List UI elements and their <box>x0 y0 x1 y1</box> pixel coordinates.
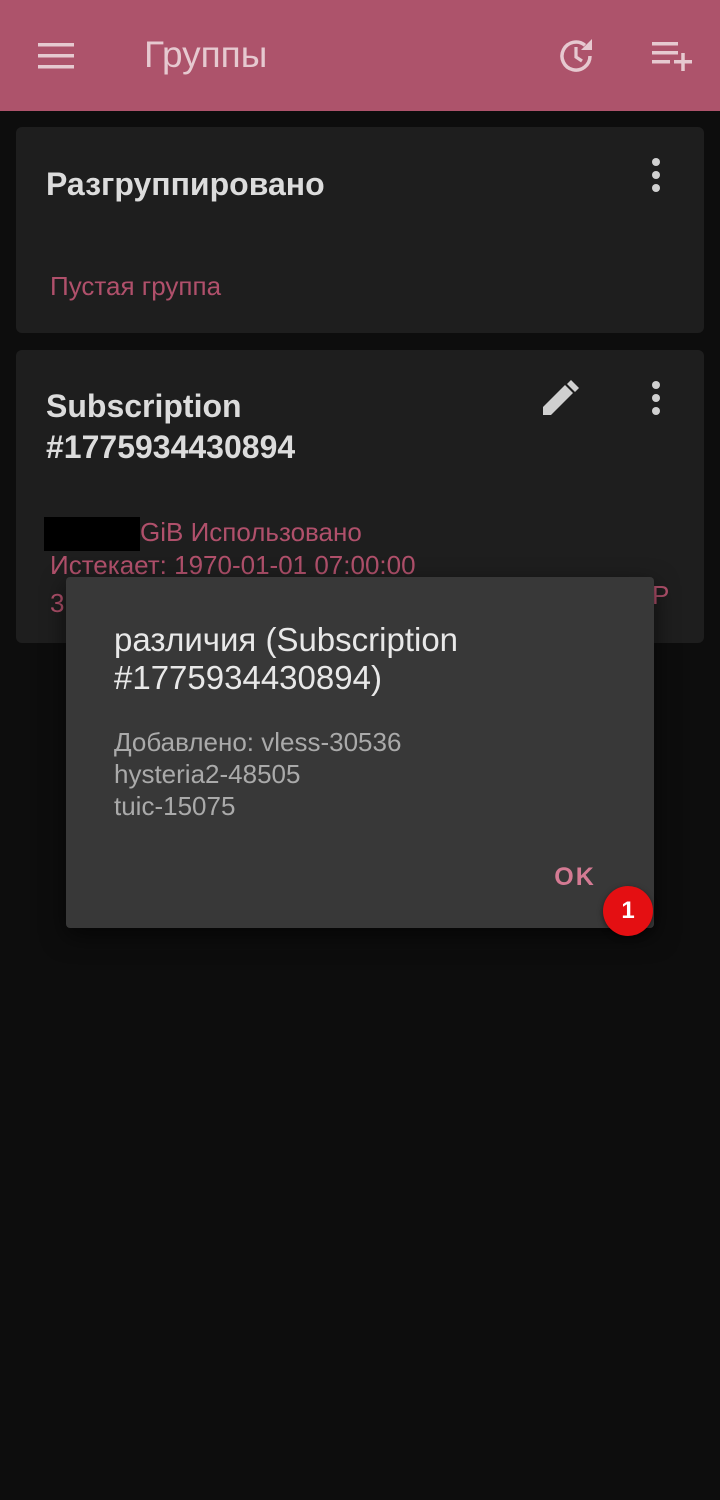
ok-button[interactable]: OK <box>540 857 610 897</box>
more-vert-icon <box>652 158 660 192</box>
step-badge: 1 <box>603 886 653 936</box>
more-vert-icon <box>652 381 660 415</box>
update-button[interactable] <box>546 26 606 86</box>
redacted-block <box>44 517 140 552</box>
diff-dialog: различия (Subscription #1775934430894) Д… <box>66 577 654 928</box>
partial-line-right: Р <box>652 580 670 610</box>
group-name: Разгруппировано <box>46 166 325 202</box>
group-more-button[interactable] <box>634 153 678 197</box>
group-name: Subscription #1775934430894 <box>46 388 296 465</box>
partial-line-left: 3 <box>50 588 65 618</box>
usage-line: GiB Использовано <box>44 517 362 552</box>
group-more-button[interactable] <box>634 376 678 420</box>
dialog-message: Добавлено: vless-30536 hysteria2-48505 t… <box>114 726 401 822</box>
group-card-ungrouped[interactable]: Разгруппировано Пустая группа <box>16 127 704 333</box>
dialog-title: различия (Subscription #1775934430894) <box>114 621 459 696</box>
dialog-message-line: tuic-15075 <box>114 791 236 821</box>
menu-button[interactable] <box>26 26 86 86</box>
playlist-add-icon <box>652 42 692 71</box>
dialog-message-line: hysteria2-48505 <box>114 759 301 789</box>
menu-icon <box>38 43 74 69</box>
dialog-message-line: Добавлено: vless-30536 <box>114 727 402 757</box>
add-group-button[interactable] <box>642 26 702 86</box>
group-edit-button[interactable] <box>538 376 582 420</box>
page-title: Группы <box>144 34 268 75</box>
group-status: Пустая группа <box>50 271 222 301</box>
edit-pencil-icon <box>543 380 579 415</box>
app-bar: Группы <box>0 0 720 111</box>
update-history-icon <box>560 39 592 72</box>
